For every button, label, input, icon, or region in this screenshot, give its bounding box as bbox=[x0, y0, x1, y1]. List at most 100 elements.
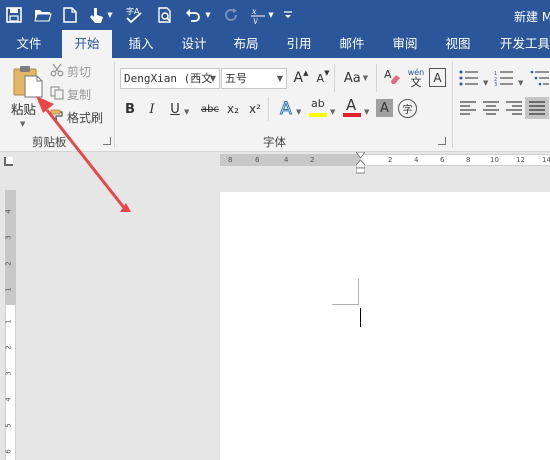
superscript-button[interactable]: x² bbox=[245, 99, 265, 119]
spelling-grammar-icon[interactable]: 字A bbox=[124, 5, 146, 25]
font-launcher-icon[interactable] bbox=[438, 137, 446, 145]
eraser-icon: A bbox=[383, 67, 401, 89]
character-shading-button[interactable]: A bbox=[376, 99, 393, 117]
text-effects-button[interactable]: A bbox=[276, 99, 296, 120]
font-size-dropdown-icon[interactable]: ▼ bbox=[277, 69, 283, 88]
new-document-icon[interactable] bbox=[60, 5, 80, 25]
ruler-tick-label: 3 bbox=[4, 371, 13, 376]
ruler-tick-label: 3 bbox=[4, 235, 13, 240]
tab-selector-icon[interactable] bbox=[4, 157, 13, 166]
customize-quick-access-icon[interactable] bbox=[282, 5, 294, 25]
bullets-dropdown-icon[interactable]: ▼ bbox=[483, 74, 488, 88]
svg-text:x: x bbox=[252, 7, 257, 16]
group-separator bbox=[114, 62, 115, 148]
underline-dropdown-icon[interactable]: ▼ bbox=[184, 103, 189, 117]
format-painter-button[interactable]: 格式刷 bbox=[50, 107, 103, 127]
text-cursor bbox=[360, 308, 361, 327]
numbering-icon[interactable]: 123 bbox=[494, 70, 514, 89]
ruler-tick-label: 12 bbox=[516, 156, 525, 164]
multilevel-list-icon[interactable] bbox=[530, 70, 550, 89]
tab-developer[interactable]: 开发工具 bbox=[495, 30, 550, 58]
tab-layout[interactable]: 布局 bbox=[223, 30, 269, 58]
open-folder-icon[interactable] bbox=[33, 5, 53, 25]
phonetic-base-glyph: 文 bbox=[410, 75, 422, 89]
read-mode-icon[interactable] bbox=[155, 5, 175, 25]
enclose-characters-button[interactable]: 字 bbox=[398, 99, 417, 118]
character-border-button[interactable]: A bbox=[429, 68, 446, 87]
save-icon[interactable] bbox=[4, 5, 24, 25]
undo-icon[interactable] bbox=[183, 5, 203, 25]
horizontal-ruler-ticks: 8 6 4 2 2 4 6 8 10 12 14 bbox=[220, 155, 550, 166]
grow-font-button[interactable]: A ▲ bbox=[291, 68, 311, 88]
highlight-color-swatch bbox=[309, 113, 327, 117]
tab-home[interactable]: 开始 bbox=[62, 30, 112, 58]
redo-icon[interactable] bbox=[222, 5, 242, 25]
undo-dropdown-icon[interactable]: ▼ bbox=[202, 5, 214, 25]
bullets-icon[interactable] bbox=[459, 70, 479, 89]
tab-mailings[interactable]: 邮件 bbox=[329, 30, 375, 58]
text-effects-dropdown-icon[interactable]: ▼ bbox=[296, 103, 301, 117]
shrink-font-button[interactable]: A ▼ bbox=[313, 68, 333, 88]
font-name-combo[interactable]: DengXian (西文 ▼ bbox=[120, 68, 220, 89]
font-color-button[interactable]: A bbox=[342, 96, 362, 119]
vertical-ruler-ticks: 4 3 2 1 1 2 3 4 5 6 bbox=[5, 190, 16, 460]
ruler-tick-label: 4 bbox=[4, 397, 13, 402]
bold-button[interactable]: B bbox=[120, 99, 140, 119]
font-color-dropdown-icon[interactable]: ▼ bbox=[364, 103, 369, 117]
copy-icon bbox=[50, 85, 64, 103]
tab-file[interactable]: 文件 bbox=[0, 30, 58, 58]
paste-button[interactable]: 粘贴 bbox=[8, 62, 46, 120]
touch-mode-dropdown-icon[interactable]: ▼ bbox=[104, 5, 116, 25]
ruler-tick-label: 8 bbox=[228, 156, 233, 164]
svg-text:3: 3 bbox=[494, 82, 497, 86]
subscript-button[interactable]: x₂ bbox=[223, 99, 243, 119]
align-left-icon[interactable] bbox=[459, 101, 477, 118]
align-center-icon[interactable] bbox=[482, 101, 500, 118]
font-color-swatch bbox=[343, 113, 361, 117]
math-fraction-dropdown-icon[interactable]: ▼ bbox=[265, 5, 277, 25]
underline-button[interactable]: U bbox=[165, 99, 185, 119]
ruler-tick-label: 2 bbox=[4, 261, 13, 266]
ruler-tick-label: 8 bbox=[466, 156, 471, 164]
window-title: 新建 M bbox=[514, 10, 550, 24]
ruler-tick-label: 6 bbox=[440, 156, 445, 164]
font-group-label: 字体 bbox=[263, 135, 286, 149]
ruler-tick-label: 2 bbox=[388, 156, 393, 164]
italic-button[interactable]: I bbox=[142, 99, 162, 119]
svg-text:A: A bbox=[384, 68, 392, 81]
font-name-value: DengXian (西文 bbox=[124, 72, 213, 85]
cut-label: 剪切 bbox=[67, 64, 92, 79]
highlight-button[interactable]: ab bbox=[308, 97, 328, 119]
strikethrough-button[interactable]: abc bbox=[198, 99, 222, 119]
clipboard-launcher-icon[interactable] bbox=[103, 137, 111, 145]
highlight-dropdown-icon[interactable]: ▼ bbox=[330, 103, 335, 117]
change-case-button[interactable]: Aa ▼ bbox=[342, 68, 370, 88]
paste-dropdown-icon[interactable]: ▼ bbox=[20, 115, 25, 129]
tab-review[interactable]: 审阅 bbox=[382, 30, 428, 58]
tab-insert[interactable]: 插入 bbox=[118, 30, 164, 58]
touch-mode-icon[interactable] bbox=[86, 5, 106, 25]
font-name-dropdown-icon[interactable]: ▼ bbox=[210, 69, 216, 88]
justify-button[interactable] bbox=[525, 97, 549, 119]
tab-view[interactable]: 视图 bbox=[435, 30, 481, 58]
copy-button[interactable]: 复制 bbox=[50, 84, 91, 104]
shrink-font-caret-icon: ▼ bbox=[324, 69, 330, 77]
cut-button[interactable]: 剪切 bbox=[50, 61, 91, 81]
tab-references[interactable]: 引用 bbox=[276, 30, 322, 58]
grow-font-caret-icon: ▲ bbox=[303, 69, 309, 77]
clipboard-group-label: 剪贴板 bbox=[32, 135, 67, 149]
font-size-value: 五号 bbox=[225, 72, 247, 85]
tab-design[interactable]: 设计 bbox=[171, 30, 217, 58]
document-page[interactable] bbox=[220, 192, 550, 460]
clear-formatting-button[interactable]: A bbox=[382, 68, 402, 88]
copy-label: 复制 bbox=[67, 87, 92, 102]
ruler-tick-label: 4 bbox=[284, 156, 289, 164]
phonetic-guide-button[interactable]: wén 文 bbox=[404, 66, 428, 90]
format-painter-label: 格式刷 bbox=[67, 110, 104, 125]
numbering-dropdown-icon[interactable]: ▼ bbox=[518, 74, 523, 88]
align-right-icon[interactable] bbox=[505, 101, 523, 118]
font-size-combo[interactable]: 五号 ▼ bbox=[221, 68, 287, 89]
indent-marker-icon[interactable] bbox=[355, 151, 366, 177]
paintbrush-icon bbox=[50, 109, 64, 126]
ruler-tick-label: 6 bbox=[255, 156, 260, 164]
